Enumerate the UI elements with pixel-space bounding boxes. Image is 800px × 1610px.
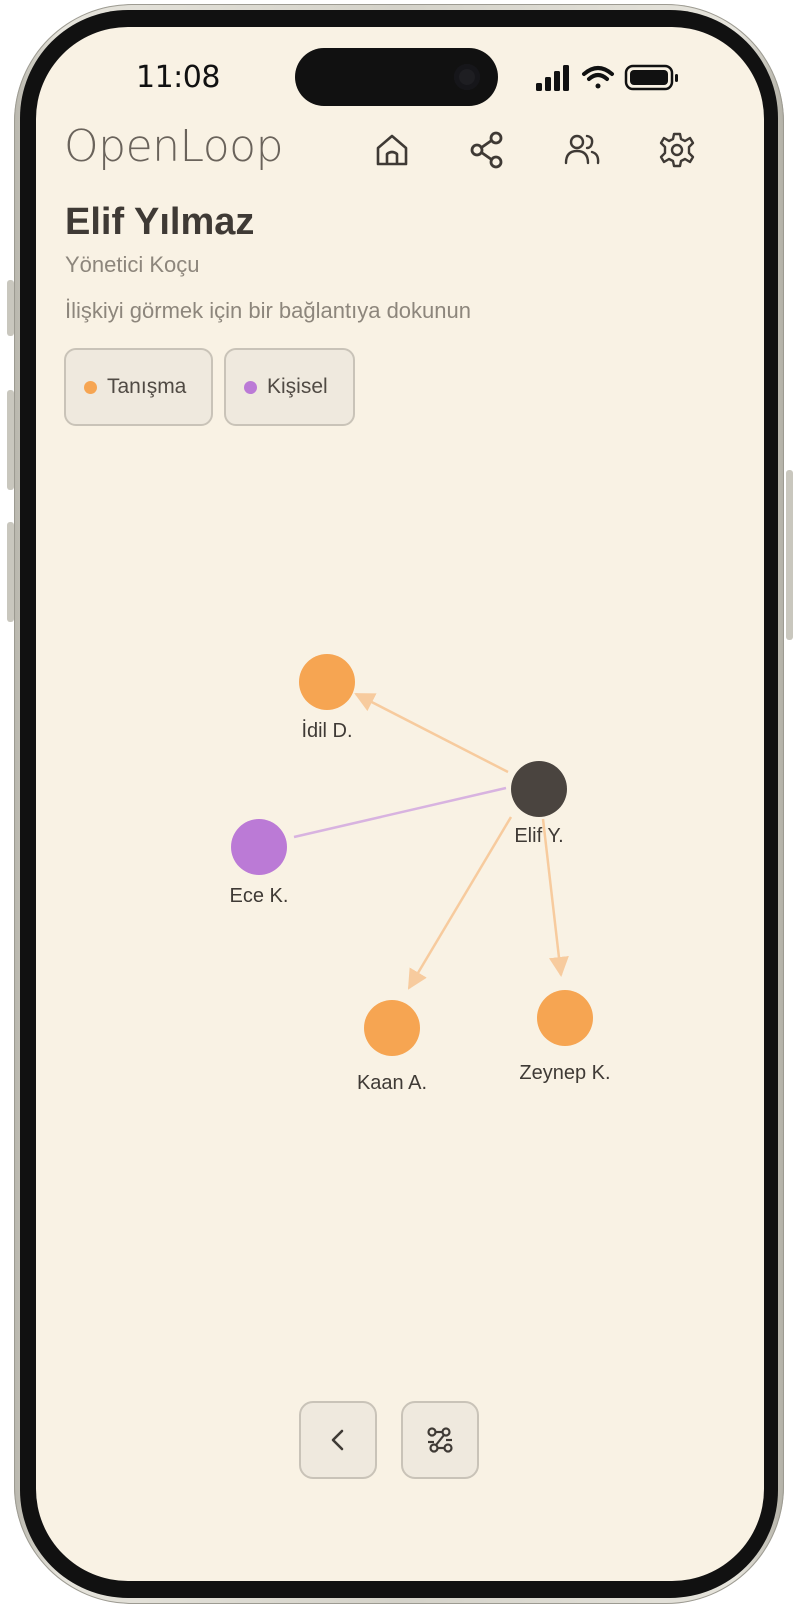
graph-edge[interactable] [293,786,507,839]
node-circle[interactable] [364,1000,420,1056]
action-button [7,280,14,336]
graph-edge[interactable] [407,816,513,990]
graph-layout-button[interactable] [401,1401,479,1479]
relationship-graph: İdil D. Ece K. Kaan A. Zeynep K. Elif Y. [230,654,611,1094]
graph-node-zeynep[interactable]: Zeynep K. [519,990,611,1084]
back-button[interactable] [299,1401,377,1479]
volume-up-button [7,390,14,490]
node-circle[interactable] [537,990,593,1046]
graph-node-center[interactable]: Elif Y. [511,761,567,847]
node-label: Ece K. [230,885,289,907]
graph-layout-icon [427,1427,453,1453]
volume-down-button [7,522,14,622]
chevron-left-icon [331,1429,344,1451]
node-label: Zeynep K. [519,1062,610,1084]
power-button [786,470,793,640]
node-circle[interactable] [231,819,287,875]
graph-edge[interactable] [354,692,509,774]
node-label: İdil D. [301,719,352,742]
node-label: Kaan A. [357,1072,427,1094]
node-circle[interactable] [511,761,567,817]
node-label: Elif Y. [514,825,563,847]
screen: 11:08 OpenLoop Elif Yılmaz Yönetici Koçu… [36,27,764,1581]
graph-node-kaan[interactable]: Kaan A. [357,1000,427,1094]
node-circle[interactable] [299,654,355,710]
graph-node-ece[interactable]: Ece K. [230,819,289,907]
graph-node-idil[interactable]: İdil D. [299,654,355,742]
